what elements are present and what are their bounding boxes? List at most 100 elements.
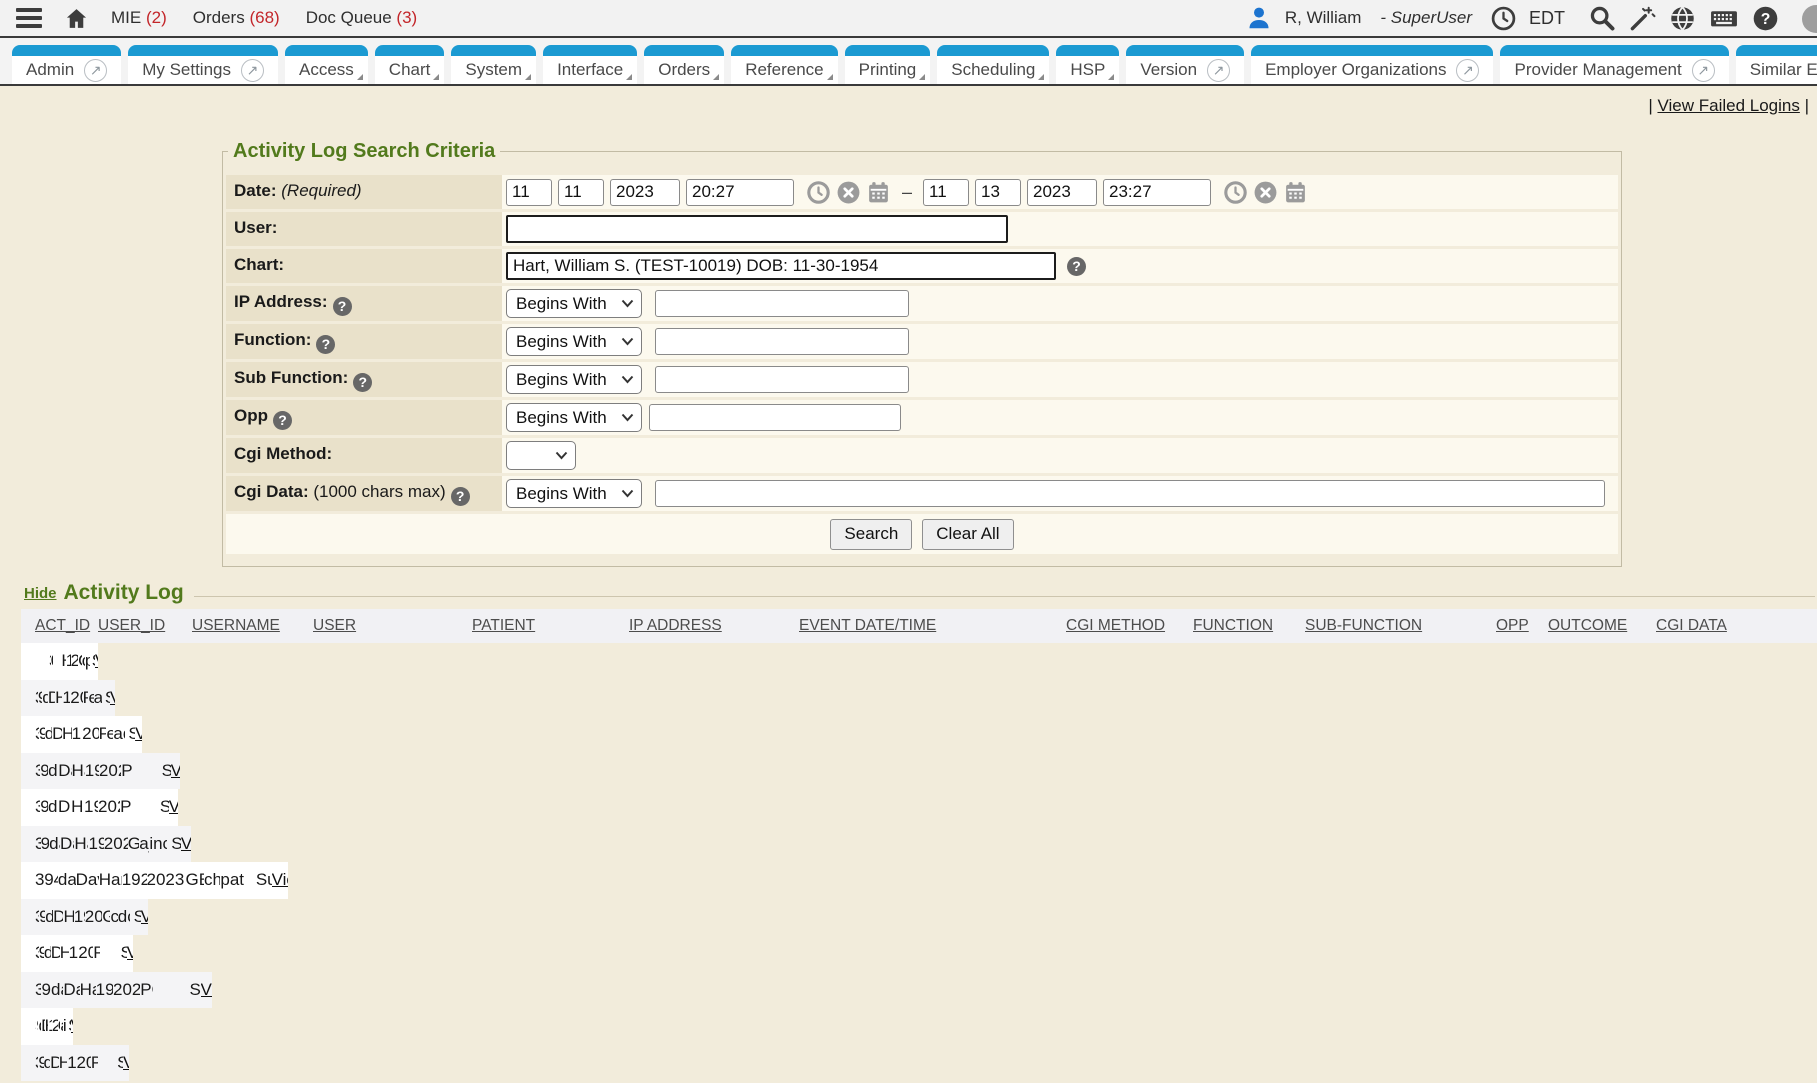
- column-header[interactable]: OPP: [1496, 617, 1548, 635]
- ip-address-help-icon[interactable]: ?: [333, 297, 352, 316]
- opp-input[interactable]: [649, 404, 901, 431]
- home-icon[interactable]: [64, 6, 89, 31]
- clock-icon[interactable]: [1491, 6, 1516, 31]
- cgi-method-select[interactable]: [506, 441, 576, 470]
- topbar-nav-item[interactable]: MIE (2): [111, 8, 167, 28]
- calendar-icon[interactable]: [866, 180, 891, 205]
- view-cgi-data-link[interactable]: View CGI Data: [201, 980, 212, 999]
- cell-event-datetime: 2023-11-13T18:49:21-0500: [78, 943, 93, 963]
- search-icon[interactable]: [1588, 4, 1616, 32]
- view-failed-logins-link[interactable]: View Failed Logins: [1657, 96, 1799, 115]
- module-tab[interactable]: Admin ↗: [12, 45, 121, 84]
- avatar-partial-circle[interactable]: [1802, 5, 1817, 33]
- column-header[interactable]: PATIENT: [472, 617, 629, 635]
- view-cgi-data-link[interactable]: View CGI Data: [272, 870, 288, 889]
- cgi-data-help-icon[interactable]: ?: [451, 487, 470, 506]
- calendar-icon[interactable]: [1283, 180, 1308, 205]
- column-header[interactable]: USER_ID: [98, 617, 192, 635]
- clear-all-button[interactable]: Clear All: [922, 519, 1013, 550]
- time-picker-icon[interactable]: [1223, 180, 1248, 205]
- view-cgi-data-link[interactable]: View CGI Data: [169, 797, 178, 816]
- function-input[interactable]: [655, 328, 909, 355]
- column-header[interactable]: CGI DATA: [1656, 617, 1817, 635]
- help-icon[interactable]: ?: [1752, 5, 1779, 32]
- module-tab[interactable]: Scheduling ↗: [937, 45, 1049, 84]
- chart-help-icon[interactable]: ?: [1067, 257, 1086, 276]
- column-header[interactable]: EVENT DATE/TIME: [799, 617, 1066, 635]
- module-tab[interactable]: Employer Organizations ↗: [1251, 45, 1493, 84]
- sub-function-operator-select[interactable]: Begins With: [506, 365, 642, 394]
- module-tab[interactable]: Orders ↗: [644, 45, 724, 84]
- cell-patient: Hart, William S.: [99, 870, 122, 890]
- view-cgi-data-link[interactable]: View CGI Data: [181, 834, 191, 853]
- view-cgi-data-link[interactable]: View CGI Data: [127, 943, 133, 962]
- date-from-time-input[interactable]: [686, 179, 794, 206]
- keyboard-icon[interactable]: [1709, 5, 1739, 32]
- ip-address-operator-select[interactable]: Begins With: [506, 289, 642, 318]
- menu-icon[interactable]: [16, 8, 42, 28]
- column-header[interactable]: SUB-FUNCTION: [1305, 617, 1496, 635]
- module-tab[interactable]: Similar Exposu ↗: [1736, 45, 1817, 84]
- view-cgi-data-link[interactable]: View CGI Data: [110, 688, 115, 707]
- table-row: 30302 94 dave David, Dave Hart, William …: [21, 862, 288, 899]
- module-tab[interactable]: Version ↗: [1126, 45, 1244, 84]
- function-operator-select[interactable]: Begins With: [506, 327, 642, 356]
- time-picker-icon[interactable]: [806, 180, 831, 205]
- clear-date-icon[interactable]: [1253, 180, 1278, 205]
- module-tab[interactable]: System ↗: [451, 45, 536, 84]
- column-header[interactable]: IP ADDRESS: [629, 617, 799, 635]
- date-required-note: (Required): [281, 181, 361, 200]
- column-header[interactable]: FUNCTION: [1193, 617, 1305, 635]
- date-to-day-input[interactable]: [975, 179, 1021, 206]
- cell-user-id: 94: [41, 834, 49, 854]
- column-header[interactable]: USER: [313, 617, 472, 635]
- date-from-day-input[interactable]: [558, 179, 604, 206]
- module-tab[interactable]: HSP ↗: [1056, 45, 1119, 84]
- search-button[interactable]: Search: [830, 519, 912, 550]
- date-from-month-input[interactable]: [506, 179, 552, 206]
- sub-function-help-icon[interactable]: ?: [353, 373, 372, 392]
- hide-link[interactable]: Hide: [24, 585, 57, 602]
- module-tab[interactable]: Interface ↗: [543, 45, 637, 84]
- wand-icon[interactable]: [1629, 5, 1656, 32]
- view-cgi-data-link[interactable]: View CGI Data: [141, 907, 148, 926]
- module-tab[interactable]: Provider Management ↗: [1500, 45, 1728, 84]
- view-cgi-data-link[interactable]: View CGI Data: [123, 1053, 129, 1072]
- view-cgi-data-link[interactable]: View CGI Data: [71, 1016, 73, 1035]
- sub-function-input[interactable]: [655, 366, 909, 393]
- date-to-year-input[interactable]: [1027, 179, 1097, 206]
- date-to-month-input[interactable]: [923, 179, 969, 206]
- cell-user-id: 0: [51, 651, 54, 671]
- opp-label: Opp: [234, 406, 268, 425]
- ip-address-input[interactable]: [655, 290, 909, 317]
- cgi-data-input[interactable]: [655, 480, 1605, 507]
- cell-outcome: Success: [190, 980, 201, 1000]
- opp-operator-select[interactable]: Begins With: [506, 403, 642, 432]
- view-cgi-data-link[interactable]: View CGI Data: [171, 761, 180, 780]
- module-tab[interactable]: Printing ↗: [845, 45, 931, 84]
- date-from-year-input[interactable]: [610, 179, 680, 206]
- view-cgi-data-link[interactable]: View CGI Data: [135, 724, 142, 743]
- date-to-time-input[interactable]: [1103, 179, 1211, 206]
- module-tab[interactable]: Reference ↗: [731, 45, 837, 84]
- module-tab[interactable]: Chart ↗: [375, 45, 445, 84]
- opp-help-icon[interactable]: ?: [273, 411, 292, 430]
- column-header[interactable]: OUTCOME: [1548, 617, 1656, 635]
- topbar-nav-item[interactable]: Doc Queue (3): [306, 8, 418, 28]
- chart-input[interactable]: [506, 252, 1056, 280]
- user-avatar-icon[interactable]: [1246, 5, 1272, 31]
- user-input[interactable]: [506, 215, 1008, 243]
- module-tab[interactable]: Access ↗: [285, 45, 368, 84]
- module-tab[interactable]: My Settings ↗: [128, 45, 278, 84]
- view-cgi-data-link[interactable]: View CGI Data: [95, 651, 98, 670]
- topbar-nav-item[interactable]: Orders (68): [193, 8, 280, 28]
- cgi-data-operator-select[interactable]: Begins With: [506, 479, 642, 508]
- cell-sub-function: add: [94, 688, 103, 708]
- column-header[interactable]: USERNAME: [192, 617, 313, 635]
- globe-icon[interactable]: [1669, 5, 1696, 32]
- column-header[interactable]: ACT_ID: [21, 617, 98, 635]
- cell-ip-address: 192.168.240.123: [84, 797, 98, 817]
- column-header[interactable]: CGI METHOD: [1066, 617, 1193, 635]
- clear-date-icon[interactable]: [836, 180, 861, 205]
- function-help-icon[interactable]: ?: [316, 335, 335, 354]
